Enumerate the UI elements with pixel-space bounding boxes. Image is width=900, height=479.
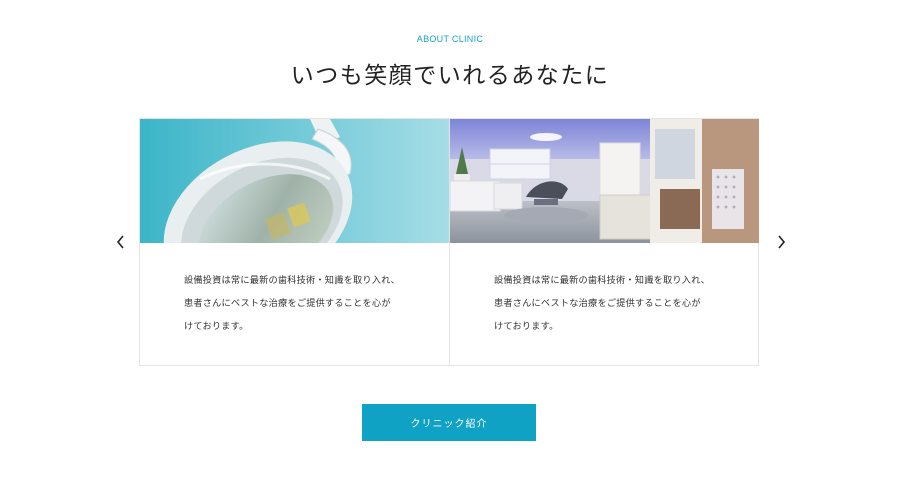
card-text-line: 患者さんにベストな治療をご提供することを心が (494, 298, 701, 309)
clinic-room-photo (450, 119, 759, 243)
carousel-next-button[interactable] (773, 232, 789, 252)
carousel-card: 設備投資は常に最新の歯科技術・知識を取り入れ、 患者さんにベストな治療をご提供す… (140, 119, 449, 365)
card-text-line: 設備投資は常に最新の歯科技術・知識を取り入れ、 (184, 275, 401, 286)
card-text-line: けております。 (184, 321, 249, 332)
dental-lamp-photo (140, 119, 449, 243)
section-title: いつも笑顔でいれるあなたに (290, 63, 610, 89)
card-description: 設備投資は常に最新の歯科技術・知識を取り入れ、 患者さんにベストな治療をご提供す… (450, 243, 759, 338)
about-clinic-section: ABOUT CLINIC いつも笑顔でいれるあなたに 設備投資は常に最新の歯科技… (0, 0, 900, 479)
carousel-card: 設備投資は常に最新の歯科技術・知識を取り入れ、 患者さんにベストな治療をご提供す… (449, 119, 759, 365)
section-eyebrow: ABOUT CLINIC (416, 34, 484, 44)
chevron-right-icon (778, 235, 786, 249)
card-text-line: 設備投資は常に最新の歯科技術・知識を取り入れ、 (494, 275, 711, 286)
chevron-left-icon (116, 235, 124, 249)
clinic-intro-button[interactable]: クリニック紹介 (362, 404, 536, 441)
card-text-line: 患者さんにベストな治療をご提供することを心が (184, 298, 391, 309)
card-text-line: けております。 (494, 321, 559, 332)
clinic-carousel: 設備投資は常に最新の歯科技術・知識を取り入れ、 患者さんにベストな治療をご提供す… (139, 118, 759, 366)
card-description: 設備投資は常に最新の歯科技術・知識を取り入れ、 患者さんにベストな治療をご提供す… (140, 243, 449, 338)
carousel-prev-button[interactable] (113, 232, 129, 252)
